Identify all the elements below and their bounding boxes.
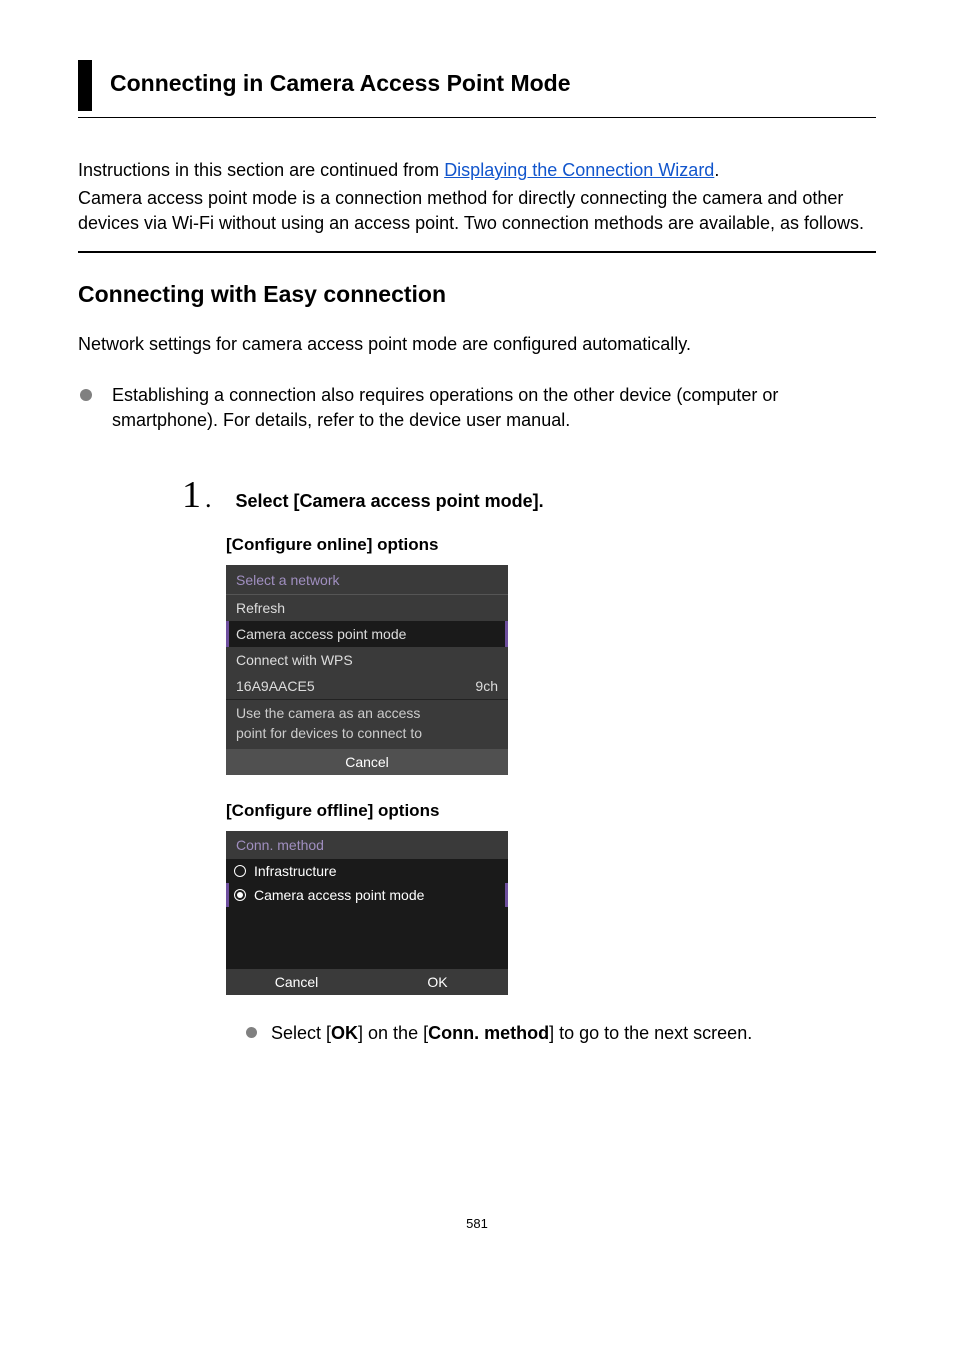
intro-prefix: Instructions in this section are continu…	[78, 160, 444, 180]
camera-access-point-option: Camera access point mode	[226, 883, 508, 907]
cancel-button: Cancel	[226, 749, 508, 775]
network-row: 16A9AACE5 9ch	[226, 673, 508, 699]
intro-suffix: .	[714, 160, 719, 180]
screen2-spacer	[226, 907, 508, 969]
desc-text: Network settings for camera access point…	[78, 332, 876, 357]
ok-button: OK	[367, 969, 508, 995]
intro-paragraph-1: Instructions in this section are continu…	[78, 158, 876, 183]
network-name: 16A9AACE5	[236, 678, 315, 694]
camera-screen-select-network: Select a network Refresh Camera access p…	[226, 565, 508, 775]
refresh-row: Refresh	[226, 595, 508, 621]
divider-thin	[78, 117, 876, 118]
step-title: Select [Camera access point mode].	[236, 491, 544, 512]
config-offline-label: [Configure offline] options	[226, 801, 876, 821]
bullet-icon	[80, 389, 92, 401]
section-vertical-bar	[78, 60, 92, 111]
intro-paragraph-2: Camera access point mode is a connection…	[78, 186, 876, 236]
note-text: Select [OK] on the [Conn. method] to go …	[271, 1021, 752, 1045]
bullet-item: Establishing a connection also requires …	[78, 383, 876, 433]
connect-wps-row: Connect with WPS	[226, 647, 508, 673]
connection-wizard-link[interactable]: Displaying the Connection Wizard	[444, 160, 714, 180]
cancel-button: Cancel	[226, 969, 367, 995]
config-online-label: [Configure online] options	[226, 535, 876, 555]
sub-heading: Connecting with Easy connection	[78, 281, 876, 308]
section-header: Connecting in Camera Access Point Mode	[78, 60, 876, 111]
screen-description: Use the camera as an access point for de…	[226, 699, 508, 749]
screen2-button-row: Cancel OK	[226, 969, 508, 995]
infrastructure-option: Infrastructure	[226, 859, 508, 883]
screen-title: Select a network	[226, 565, 508, 594]
bullet-icon	[246, 1027, 257, 1038]
screen2-options: Infrastructure Camera access point mode	[226, 859, 508, 907]
note-item: Select [OK] on the [Conn. method] to go …	[246, 1021, 876, 1045]
step-1: 1 . Select [Camera access point mode].	[182, 473, 876, 517]
camera-screen-conn-method: Conn. method Infrastructure Camera acces…	[226, 831, 508, 995]
channel-label: 9ch	[475, 678, 498, 694]
camera-access-point-mode-row: Camera access point mode	[226, 621, 508, 647]
screen2-title: Conn. method	[226, 831, 508, 859]
divider-thick	[78, 251, 876, 253]
step-period: .	[205, 484, 212, 514]
step-number: 1	[182, 473, 201, 517]
section-title: Connecting in Camera Access Point Mode	[110, 60, 876, 111]
radio-selected-icon	[234, 889, 246, 901]
radio-unselected-icon	[234, 865, 246, 877]
screen-list: Refresh Camera access point mode Connect…	[226, 594, 508, 699]
page-number: 581	[78, 1216, 876, 1251]
bullet-text: Establishing a connection also requires …	[112, 383, 876, 433]
